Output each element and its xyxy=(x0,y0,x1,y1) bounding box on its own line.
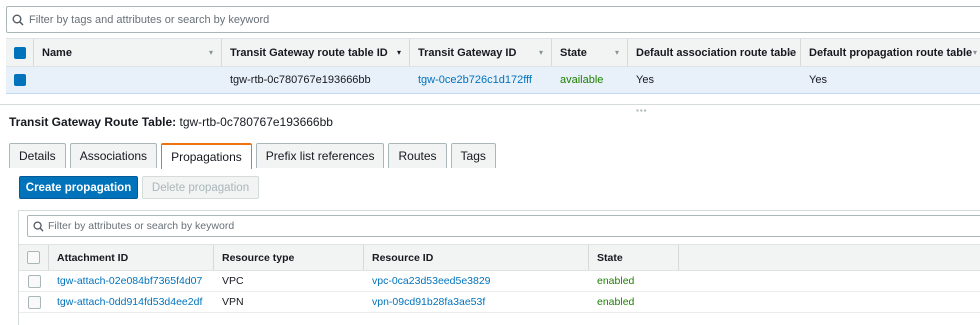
detail-label: Transit Gateway Route Table: xyxy=(9,115,177,129)
table-header: Attachment ID Resource type Resource ID … xyxy=(19,244,980,271)
column-header-state[interactable]: State ▾ xyxy=(552,39,628,66)
pane-splitter[interactable]: ▪▪▪ xyxy=(0,104,980,115)
cell-name xyxy=(34,67,222,93)
sort-caret-icon[interactable]: ▾ xyxy=(397,48,401,57)
cell-resource-id: vpn-09cd91b28fa3ae53f xyxy=(364,292,589,312)
table-row[interactable]: tgw-attach-02e084bf7365f4d07 VPC vpc-0ca… xyxy=(19,271,980,292)
cell-resource-type: VPC xyxy=(222,275,244,287)
search-icon xyxy=(7,7,29,32)
sort-caret-icon[interactable]: ▾ xyxy=(615,48,619,57)
delete-propagation-button: Delete propagation xyxy=(142,176,259,199)
tab-routes[interactable]: Routes xyxy=(388,143,447,168)
tgw-id-link[interactable]: tgw-0ce2b726c1d172fff xyxy=(418,74,532,86)
detail-value: tgw-rtb-0c780767e193666bb xyxy=(179,115,333,129)
cell-tgw-id: tgw-0ce2b726c1d172fff xyxy=(410,67,552,93)
sort-caret-icon[interactable]: ▾ xyxy=(973,48,977,57)
column-header-tgw-id[interactable]: Transit Gateway ID ▾ xyxy=(410,39,552,66)
cell-resource-type: VPN xyxy=(222,296,244,308)
tab-propagations[interactable]: Propagations xyxy=(161,143,252,169)
row-select-cell[interactable] xyxy=(6,67,34,93)
cell-route-table-id: tgw-rtb-0c780767e193666bb xyxy=(230,74,371,86)
propagations-table: Attachment ID Resource type Resource ID … xyxy=(19,244,980,313)
select-all-checkbox[interactable] xyxy=(27,251,40,264)
column-header-default-propagation[interactable]: Default propagation route table ▾ xyxy=(801,39,980,66)
cell-default-association: Yes xyxy=(636,74,654,86)
column-header-name[interactable]: Name ▾ xyxy=(34,39,222,66)
sort-caret-icon[interactable]: ▾ xyxy=(788,48,792,57)
cell-resource-id: vpc-0ca23d53eed5e3829 xyxy=(364,271,589,291)
table-header: Name ▾ Transit Gateway route table ID ▾ Tr… xyxy=(6,38,980,67)
top-search-input[interactable] xyxy=(29,13,929,26)
cell-attachment-id: tgw-attach-0dd914fd53d4ee2df xyxy=(49,292,214,312)
cell-attachment-id: tgw-attach-02e084bf7365f4d07 xyxy=(49,271,214,291)
propagations-search-input[interactable] xyxy=(48,220,948,232)
sort-caret-icon[interactable]: ▾ xyxy=(539,48,543,57)
attachment-id-link[interactable]: tgw-attach-0dd914fd53d4ee2df xyxy=(57,296,202,308)
column-header-state: State xyxy=(589,245,679,270)
column-header-resource-id: Resource ID xyxy=(364,245,589,270)
resource-id-link[interactable]: vpn-09cd91b28fa3ae53f xyxy=(372,296,485,308)
search-icon xyxy=(28,220,48,232)
column-header-route-table-id[interactable]: Transit Gateway route table ID ▾ xyxy=(222,39,410,66)
create-propagation-button[interactable]: Create propagation xyxy=(19,176,138,199)
cell-state: available xyxy=(560,74,604,86)
top-filter-search[interactable] xyxy=(6,6,980,33)
select-all-checkbox[interactable] xyxy=(13,46,26,59)
tab-details[interactable]: Details xyxy=(9,143,66,168)
attachment-id-link[interactable]: tgw-attach-02e084bf7365f4d07 xyxy=(57,275,202,287)
cell-state: enabled xyxy=(597,296,635,308)
table-row[interactable]: tgw-rtb-0c780767e193666bb tgw-0ce2b726c1… xyxy=(6,67,980,94)
sort-caret-icon[interactable]: ▾ xyxy=(209,48,213,57)
row-checkbox[interactable] xyxy=(14,74,26,86)
cell-default-propagation: Yes xyxy=(809,74,827,86)
select-all-cell[interactable] xyxy=(19,245,49,270)
propagations-filter-search[interactable] xyxy=(27,215,980,237)
column-header-attachment-id: Attachment ID xyxy=(49,245,214,270)
detail-title: Transit Gateway Route Table: tgw-rtb-0c7… xyxy=(9,115,333,129)
column-header-resource-type: Resource type xyxy=(214,245,364,270)
table-row[interactable]: tgw-attach-0dd914fd53d4ee2df VPN vpn-09c… xyxy=(19,292,980,313)
detail-tabs: Details Associations Propagations Prefix… xyxy=(9,143,500,169)
propagations-panel: Attachment ID Resource type Resource ID … xyxy=(18,210,980,325)
tab-associations[interactable]: Associations xyxy=(69,143,158,168)
tab-prefix-list-references[interactable]: Prefix list references xyxy=(255,143,385,168)
row-select-cell[interactable] xyxy=(19,292,49,312)
route-tables-table: Name ▾ Transit Gateway route table ID ▾ Tr… xyxy=(6,38,980,94)
column-header-default-association[interactable]: Default association route table ▾ xyxy=(628,39,801,66)
row-select-cell[interactable] xyxy=(19,271,49,291)
select-all-cell[interactable] xyxy=(6,39,34,66)
row-checkbox[interactable] xyxy=(27,295,41,309)
resource-id-link[interactable]: vpc-0ca23d53eed5e3829 xyxy=(372,275,491,287)
drag-handle-icon[interactable]: ▪▪▪ xyxy=(636,106,648,115)
tab-tags[interactable]: Tags xyxy=(450,143,496,168)
cell-state: enabled xyxy=(597,275,635,287)
row-checkbox[interactable] xyxy=(27,274,41,288)
column-header-empty xyxy=(679,245,979,270)
